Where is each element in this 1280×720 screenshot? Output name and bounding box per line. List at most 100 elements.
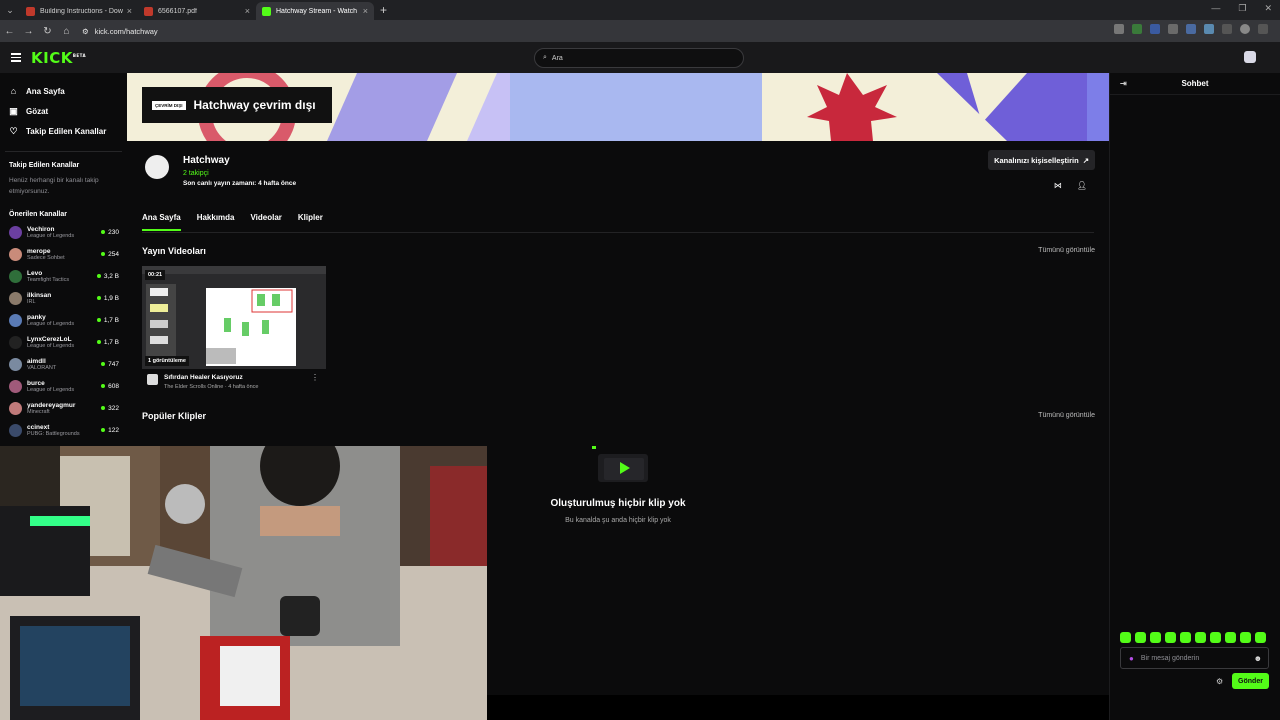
video-card[interactable]: 00:21 1 görüntüleme Sıfırdan Healer Kası… (142, 266, 326, 390)
recommended-channel-item[interactable]: LynxCerezLoL League of Legends 1,7 B (0, 331, 127, 353)
channel-tabs: Ana Sayfa Hakkımda Videolar Klipler (142, 213, 323, 231)
tab-title: Building Instructions - Downlo (40, 7, 123, 15)
recommended-channel-item[interactable]: ccinext PUBG: Battlegrounds 122 (0, 419, 127, 441)
home-browser-icon[interactable]: ⌂ (57, 26, 76, 37)
close-tab-icon[interactable]: × (363, 6, 368, 16)
viewer-count: 230 (108, 228, 119, 236)
recommended-channel-item[interactable]: panky League of Legends 1,7 B (0, 309, 127, 331)
sidebar-item-label: Takip Edilen Kanallar (26, 126, 107, 136)
browser-tab-3[interactable]: Hatchway Stream - Watch Live × (256, 2, 374, 20)
viewer-count: 254 (108, 250, 119, 258)
tab-home[interactable]: Ana Sayfa (142, 213, 181, 231)
url-field[interactable]: ⚙ kick.com/hatchway (82, 27, 158, 36)
customize-label: Kanalınızı kişiselleştirin (994, 155, 1079, 165)
external-link-icon: ↗ (1082, 155, 1089, 165)
viewer-count: 3,2 B (103, 272, 119, 280)
user-icon[interactable]: 👤︎ (1077, 181, 1087, 190)
close-tab-icon[interactable]: × (245, 6, 250, 16)
sidebar: ⌂ Ana Sayfa ▣ Gözat ♡ Takip Edilen Kanal… (0, 73, 127, 446)
video-meta[interactable]: The Elder Scrolls Online · 4 hafta önce (164, 384, 258, 390)
chat-message-input[interactable]: ● Bir mesaj gönderin ☻ (1120, 647, 1269, 669)
recommended-channel-item[interactable]: aimdll VALORANT 747 (0, 353, 127, 375)
extension-icon[interactable] (1186, 24, 1196, 34)
extension-icon[interactable] (1168, 24, 1178, 34)
tab-about[interactable]: Hakkımda (197, 213, 235, 231)
tab-clips[interactable]: Klipler (298, 213, 323, 231)
sidebar-item-label: Gözat (26, 106, 49, 116)
browser-tab-1[interactable]: Building Instructions - Downlo × (20, 2, 138, 20)
collapse-chat-icon[interactable]: ⇥ (1120, 79, 1127, 88)
channel-avatar (9, 379, 22, 393)
channel-category: VALORANT (27, 364, 57, 371)
channel-avatar (9, 225, 22, 239)
new-tab-button[interactable]: + (380, 3, 387, 17)
back-icon[interactable]: ← (0, 26, 19, 37)
emote-icon[interactable] (1225, 632, 1236, 643)
sidebar-item-following[interactable]: ♡ Takip Edilen Kanallar (9, 121, 127, 141)
close-tab-icon[interactable]: × (127, 6, 132, 16)
close-window-icon[interactable]: ✕ (1264, 3, 1272, 14)
channel-name: yandereyagmur (27, 401, 76, 409)
emote-bar (1120, 632, 1266, 643)
extension-icon[interactable] (1204, 24, 1214, 34)
share-icon[interactable]: ⋈ (1054, 181, 1062, 190)
forward-icon[interactable]: → (19, 26, 38, 37)
extensions-bar (1114, 24, 1268, 34)
video-title[interactable]: Sıfırdan Healer Kasıyoruz (164, 374, 258, 381)
emote-icon[interactable] (1240, 632, 1251, 643)
site-info-icon[interactable]: ⚙ (82, 27, 89, 36)
emote-icon[interactable] (1195, 632, 1206, 643)
recommended-channel-item[interactable]: Levo Teamfight Tactics 3,2 B (0, 265, 127, 287)
webcam-overlay (0, 446, 487, 720)
recommended-channel-item[interactable]: yandereyagmur Minecraft 322 (0, 397, 127, 419)
tab-videos[interactable]: Videolar (250, 213, 281, 231)
browser-tab-2[interactable]: 6566107.pdf × (138, 2, 256, 20)
sidebar-item-browse[interactable]: ▣ Gözat (9, 101, 127, 121)
recommended-channel-item[interactable]: Vechiron League of Legends 230 (0, 221, 127, 243)
minimize-icon[interactable]: — (1211, 3, 1220, 14)
emote-icon[interactable] (1165, 632, 1176, 643)
bookmark-star-icon[interactable] (1114, 24, 1124, 34)
user-avatar[interactable] (1244, 51, 1256, 63)
channel-category: League of Legends (27, 232, 75, 239)
reload-icon[interactable]: ↻ (38, 26, 57, 37)
chat-settings-icon[interactable]: ⚙ (1216, 677, 1223, 686)
maximize-icon[interactable]: ❐ (1238, 3, 1246, 14)
recommended-channel-item[interactable]: ilkinsan IRL 1,9 B (0, 287, 127, 309)
menu-dots-icon[interactable] (1258, 24, 1268, 34)
channel-category: IRL (27, 298, 36, 305)
videos-see-all-link[interactable]: Tümünü görüntüle (1038, 247, 1095, 254)
send-button[interactable]: Gönder (1232, 673, 1269, 689)
search-input[interactable]: ⌕ Ara (534, 48, 744, 68)
no-clips-subtitle: Bu kanalda şu anda hiçbir klip yok (565, 517, 671, 524)
tab-search-icon[interactable]: ⌄ (0, 0, 20, 20)
recommended-channel-item[interactable]: burce League of Legends 608 (0, 375, 127, 397)
clips-see-all-link[interactable]: Tümünü görüntüle (1038, 412, 1095, 419)
sidebar-item-home[interactable]: ⌂ Ana Sayfa (9, 81, 127, 101)
emote-icon[interactable] (1150, 632, 1161, 643)
emote-icon[interactable] (1135, 632, 1146, 643)
customize-channel-button[interactable]: Kanalınızı kişiselleştirin ↗ (988, 150, 1095, 170)
extension-icon[interactable] (1132, 24, 1142, 34)
recommended-channel-item[interactable]: merope Sadece Sohbet 254 (0, 243, 127, 265)
emote-icon[interactable] (1210, 632, 1221, 643)
extension-icon[interactable] (1150, 24, 1160, 34)
kick-logo[interactable]: KICKBETA (31, 49, 86, 67)
hamburger-menu-icon[interactable] (11, 51, 21, 64)
profile-avatar[interactable] (1240, 24, 1250, 34)
video-views: 1 görüntüleme (145, 356, 189, 366)
recommended-channel-list: Vechiron League of Legends 230 merope Sadece… (0, 221, 127, 441)
emote-icon[interactable] (1180, 632, 1191, 643)
emote-icon[interactable] (1255, 632, 1266, 643)
video-channel-avatar[interactable] (147, 374, 158, 385)
channel-category: PUBG: Battlegrounds (27, 430, 80, 437)
emoji-picker-icon[interactable]: ☻ (1254, 654, 1262, 663)
puzzle-icon[interactable] (1222, 24, 1232, 34)
channel-avatar[interactable] (145, 155, 169, 179)
sidebar-item-label: Ana Sayfa (26, 86, 65, 96)
video-thumbnail[interactable]: 00:21 1 görüntüleme (142, 266, 326, 369)
more-options-icon[interactable]: ⋮ (311, 373, 319, 382)
microphone-icon[interactable]: ● (1129, 654, 1134, 663)
channel-category: Sadece Sohbet (27, 254, 65, 261)
emote-icon[interactable] (1120, 632, 1131, 643)
